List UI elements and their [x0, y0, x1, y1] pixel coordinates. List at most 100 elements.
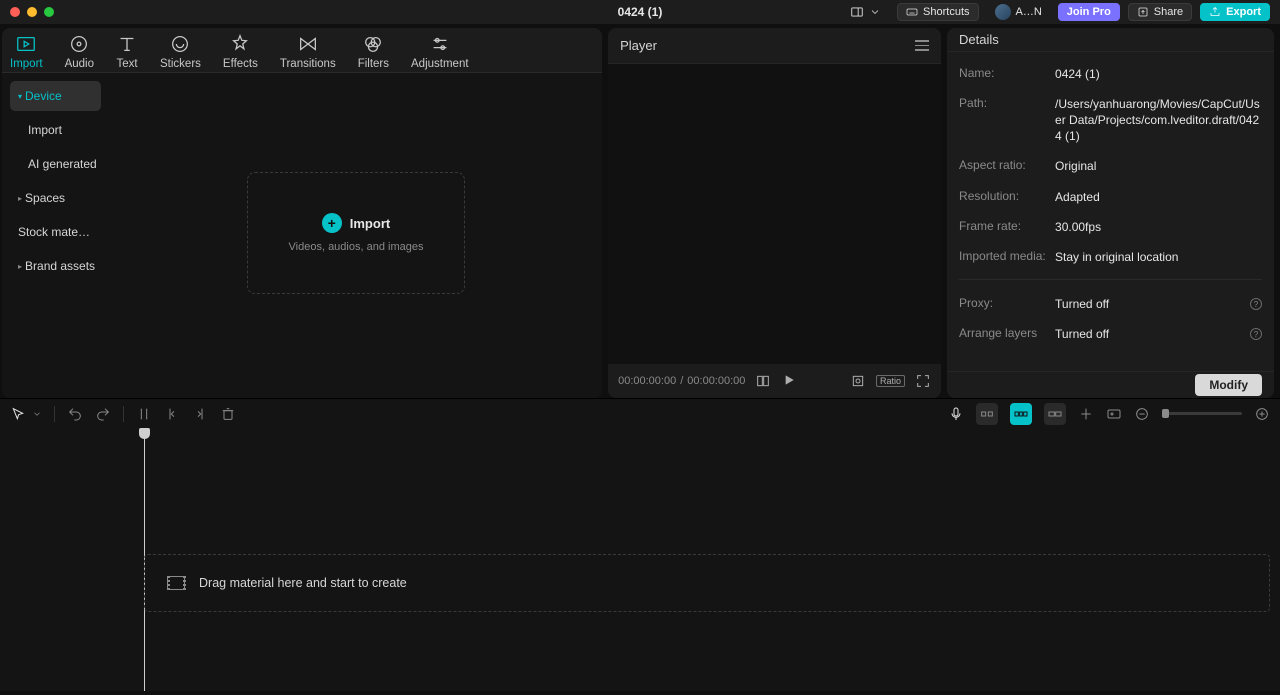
time-sep: / — [680, 375, 683, 387]
timeline-canvas[interactable]: Drag material here and start to create — [103, 428, 1280, 691]
tab-effects-label: Effects — [223, 58, 258, 70]
close-window[interactable] — [10, 7, 20, 17]
film-icon — [167, 576, 185, 590]
trim-right-icon[interactable] — [192, 406, 208, 422]
trim-left-icon[interactable] — [164, 406, 180, 422]
export-label: Export — [1226, 6, 1261, 18]
timeline[interactable]: Drag material here and start to create — [0, 428, 1280, 691]
tab-adjustment-label: Adjustment — [411, 58, 469, 70]
layout-toggle[interactable] — [842, 3, 889, 21]
help-icon[interactable]: ? — [1250, 298, 1262, 310]
tab-text-label: Text — [116, 58, 137, 70]
player-stage[interactable] — [608, 64, 941, 364]
zoom-in-icon[interactable] — [1254, 406, 1270, 422]
sidebar-item-label: Stock mate… — [18, 225, 90, 239]
redo-icon[interactable] — [95, 406, 111, 422]
frame-icon[interactable] — [850, 373, 866, 389]
resolution-label: Resolution: — [959, 189, 1055, 205]
track-mode-2[interactable] — [1010, 403, 1032, 425]
aspect-label: Aspect ratio: — [959, 158, 1055, 174]
proxy-label: Proxy: — [959, 296, 1055, 312]
player-title: Player — [620, 38, 657, 53]
user-label: A…N — [1016, 6, 1042, 18]
ratio-button[interactable]: Ratio — [876, 375, 905, 387]
sidebar-item-spaces[interactable]: ▸Spaces — [10, 183, 101, 213]
minimize-window[interactable] — [27, 7, 37, 17]
layers-label: Arrange layers — [959, 326, 1055, 342]
zoom-out-icon[interactable] — [1134, 406, 1150, 422]
tab-audio-label: Audio — [65, 58, 94, 70]
export-button[interactable]: Export — [1200, 3, 1270, 21]
maximize-window[interactable] — [44, 7, 54, 17]
time-current: 00:00:00:00 — [618, 375, 676, 387]
keyboard-icon — [906, 6, 918, 18]
export-icon — [1209, 6, 1221, 18]
tab-import-label: Import — [10, 58, 43, 70]
tab-transitions[interactable]: Transitions — [280, 33, 336, 70]
app-title: 0424 (1) — [618, 5, 663, 19]
tab-stickers-label: Stickers — [160, 58, 201, 70]
media-content: + Import Videos, audios, and images — [109, 73, 602, 398]
chevron-down-icon — [869, 6, 881, 18]
sidebar-item-device[interactable]: ▾Device — [10, 81, 101, 111]
sidebar-item-label: AI generated — [28, 157, 97, 171]
name-value: 0424 (1) — [1055, 66, 1100, 82]
layers-value: Turned off — [1055, 326, 1109, 342]
imported-media-value: Stay in original location — [1055, 249, 1178, 265]
split-icon[interactable] — [136, 406, 152, 422]
sidebar-item-stock[interactable]: Stock mate… — [10, 217, 101, 247]
undo-icon[interactable] — [67, 406, 83, 422]
sidebar-item-ai-generated[interactable]: AI generated — [10, 149, 101, 179]
imported-media-label: Imported media: — [959, 249, 1055, 265]
titlebar-right: Shortcuts A…N Join Pro Share Export — [842, 3, 1280, 21]
framerate-value: 30.00fps — [1055, 219, 1101, 235]
proxy-value: Turned off — [1055, 296, 1109, 312]
tab-adjustment[interactable]: Adjustment — [411, 33, 469, 70]
details-panel: Details Name:0424 (1) Path:/Users/yanhua… — [947, 28, 1274, 398]
tab-import[interactable]: Import — [10, 33, 43, 70]
chevron-down-icon[interactable] — [32, 409, 42, 419]
sidebar-item-label: Import — [28, 123, 62, 137]
tab-audio[interactable]: Audio — [65, 33, 94, 70]
mic-icon[interactable] — [948, 406, 964, 422]
player-menu-icon[interactable] — [915, 40, 929, 51]
timeline-drop-label: Drag material here and start to create — [199, 576, 407, 590]
zoom-slider[interactable] — [1162, 412, 1242, 415]
tab-stickers[interactable]: Stickers — [160, 33, 201, 70]
compare-icon[interactable] — [755, 373, 771, 389]
time-total: 00:00:00:00 — [687, 375, 745, 387]
sidebar-item-import[interactable]: Import — [10, 115, 101, 145]
media-tabbar: Import Audio Text Stickers Effects Trans… — [2, 28, 602, 72]
user-menu[interactable]: A…N — [987, 3, 1050, 21]
modify-button[interactable]: Modify — [1195, 374, 1262, 396]
sidebar-item-label: Spaces — [25, 191, 65, 205]
share-label: Share — [1154, 6, 1183, 18]
play-button[interactable] — [781, 372, 797, 391]
preview-toggle-icon[interactable] — [1106, 406, 1122, 422]
tab-text[interactable]: Text — [116, 33, 138, 70]
tab-effects[interactable]: Effects — [223, 33, 258, 70]
timeline-gutter — [0, 428, 103, 691]
fullscreen-icon[interactable] — [915, 373, 931, 389]
track-mode-3[interactable] — [1044, 403, 1066, 425]
resolution-value: Adapted — [1055, 189, 1100, 205]
timeline-toolbar — [0, 398, 1280, 428]
aspect-value: Original — [1055, 158, 1096, 174]
framerate-label: Frame rate: — [959, 219, 1055, 235]
help-icon[interactable]: ? — [1250, 328, 1262, 340]
join-pro-button[interactable]: Join Pro — [1058, 3, 1120, 21]
pointer-icon[interactable] — [10, 406, 26, 422]
avatar — [995, 4, 1011, 20]
align-icon[interactable] — [1078, 406, 1094, 422]
shortcuts-button[interactable]: Shortcuts — [897, 3, 978, 21]
player-panel: Player 00:00:00:00 / 00:00:00:00 Ratio — [608, 28, 941, 398]
sidebar-item-brand[interactable]: ▸Brand assets — [10, 251, 101, 281]
timeline-drop-lane[interactable]: Drag material here and start to create — [144, 554, 1270, 612]
sidebar-item-label: Brand assets — [25, 259, 95, 273]
delete-icon[interactable] — [220, 406, 236, 422]
track-mode-1[interactable] — [976, 403, 998, 425]
media-panel: Import Audio Text Stickers Effects Trans… — [2, 28, 602, 398]
tab-filters[interactable]: Filters — [358, 33, 389, 70]
share-button[interactable]: Share — [1128, 3, 1192, 21]
import-dropzone[interactable]: + Import Videos, audios, and images — [247, 172, 465, 294]
